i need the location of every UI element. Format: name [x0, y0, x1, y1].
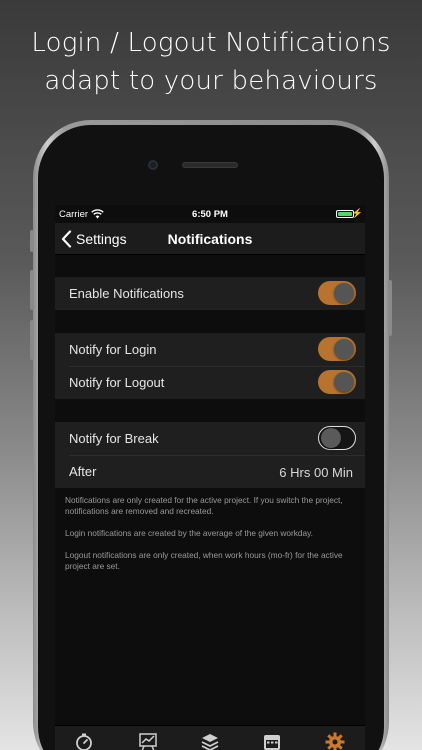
headline-line-1: Login / Logout Notifications — [31, 28, 391, 58]
row-enable-notifications: Enable Notifications — [55, 277, 365, 310]
status-time: 6:50 PM — [192, 209, 228, 220]
tab-bar — [55, 725, 365, 750]
tab-timer[interactable] — [74, 732, 94, 750]
mute-switch — [30, 230, 34, 252]
footnote-login: Login notifications are created by the a… — [65, 528, 313, 538]
row-label: Notify for Logout — [69, 375, 165, 390]
battery-level — [338, 212, 352, 216]
calendar-icon — [264, 735, 280, 750]
row-notify-login: Notify for Login — [55, 333, 365, 366]
notify-logout-toggle[interactable] — [318, 370, 356, 394]
footnote-logout: Logout notifications are only created, w… — [65, 550, 343, 571]
row-label: After — [69, 464, 97, 479]
phone-screen: Carrier 6:50 PM ⚡ Settings Notifications… — [55, 205, 365, 750]
front-camera — [148, 160, 158, 170]
row-notify-break: Notify for Break — [55, 422, 365, 455]
headline-line-2: adapt to your behaviours — [44, 66, 378, 96]
toggle-knob — [334, 283, 354, 303]
navigation-bar: Settings Notifications — [55, 223, 365, 255]
layers-icon — [201, 734, 219, 750]
settings-group-login-logout: Notify for Login Notify for Logout — [55, 333, 365, 399]
earpiece-speaker — [182, 162, 238, 168]
footnote-active-project: Notifications are only created for the a… — [65, 495, 343, 516]
gear-icon — [325, 732, 345, 750]
toggle-knob — [321, 428, 341, 448]
chart-icon — [139, 733, 157, 750]
headline: Login / Logout Notifications adapt to yo… — [0, 24, 422, 100]
row-label: Notify for Break — [69, 431, 159, 446]
tab-projects[interactable] — [200, 732, 220, 750]
status-bar: Carrier 6:50 PM ⚡ — [55, 205, 365, 223]
notify-break-toggle[interactable] — [318, 426, 356, 450]
notify-login-toggle[interactable] — [318, 337, 356, 361]
tab-statistics[interactable] — [138, 732, 158, 750]
toggle-knob — [334, 339, 354, 359]
charging-bolt-icon: ⚡ — [351, 208, 363, 218]
page-title: Notifications — [167, 231, 253, 247]
row-label: Enable Notifications — [69, 286, 184, 301]
row-break-after[interactable]: After 6 Hrs 00 Min — [55, 455, 365, 488]
settings-group-break: Notify for Break After 6 Hrs 00 Min — [55, 422, 365, 488]
settings-group-enable: Enable Notifications — [55, 277, 365, 310]
row-notify-logout: Notify for Logout — [55, 366, 365, 399]
toggle-knob — [334, 372, 354, 392]
timer-icon — [76, 733, 92, 750]
enable-notifications-toggle[interactable] — [318, 281, 356, 305]
power-button — [388, 280, 392, 336]
volume-up-button — [30, 270, 34, 310]
row-label: Notify for Login — [69, 342, 157, 357]
tab-settings[interactable] — [325, 732, 345, 750]
break-after-value: 6 Hrs 00 Min — [279, 465, 353, 480]
tab-calendar[interactable] — [262, 732, 282, 750]
volume-down-button — [30, 320, 34, 360]
